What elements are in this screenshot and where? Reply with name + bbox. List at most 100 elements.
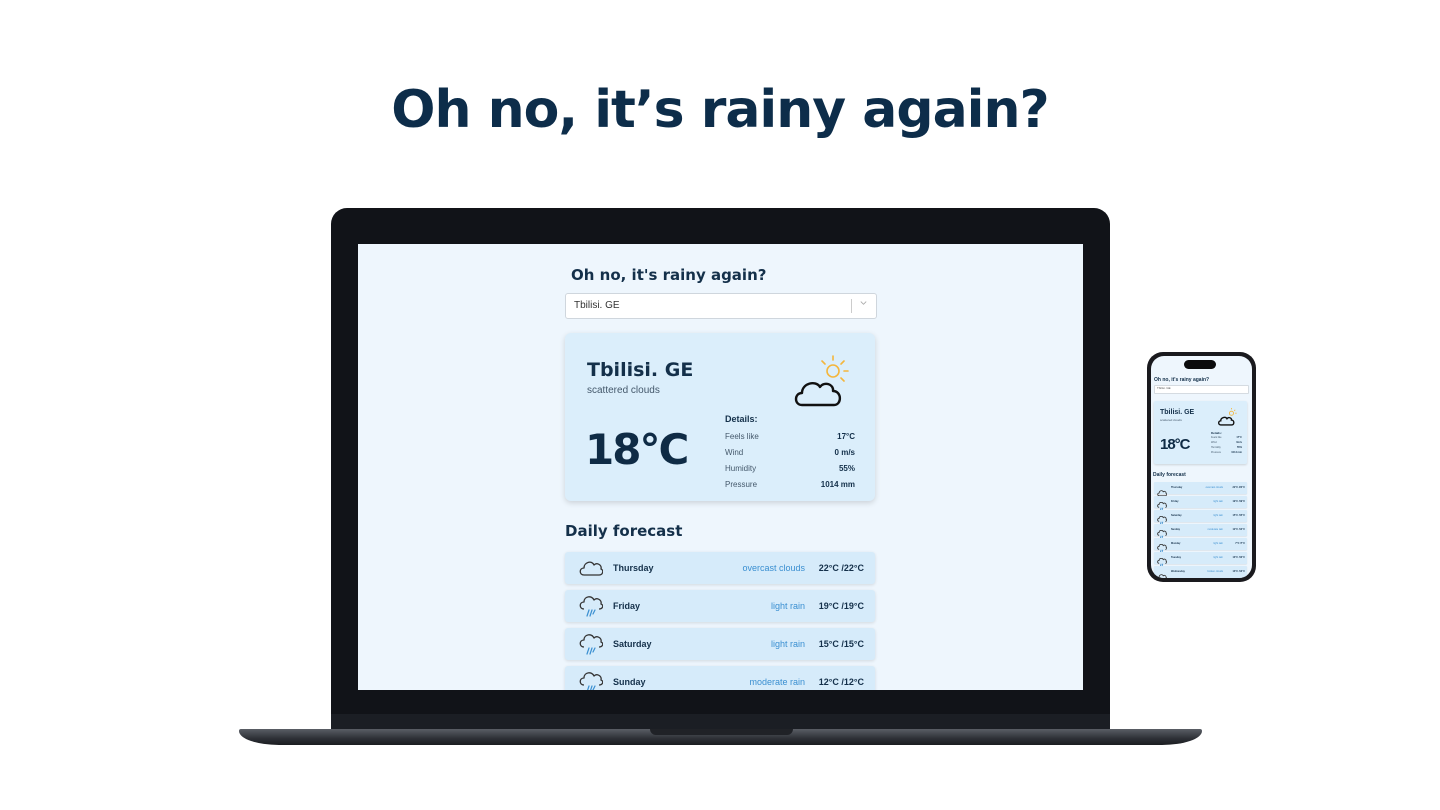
detail-value: 1014 mm xyxy=(820,480,855,489)
forecast-temps: 7°C /7°C xyxy=(1235,542,1245,545)
current-description: scattered clouds xyxy=(587,385,660,396)
phone-detail-pressure: Pressure 1014 mm xyxy=(1211,451,1242,454)
forecast-temps: 10°C /10°C xyxy=(1232,556,1245,559)
phone-forecast-row[interactable]: Sunday moderate rain 12°C /12°C xyxy=(1154,524,1247,539)
forecast-day: Friday xyxy=(613,601,641,611)
forecast-day: Tuesday xyxy=(1171,556,1181,559)
forecast-description: moderate rain xyxy=(749,677,805,687)
forecast-day: Sunday xyxy=(1171,528,1181,531)
detail-value: 0m/s xyxy=(1236,441,1242,444)
detail-value: 55% xyxy=(1236,446,1242,449)
cloud-icon xyxy=(579,558,604,583)
phone-screen: Oh no, it's rainy again? Tbilisi. GE Tbi… xyxy=(1151,356,1252,578)
phone-city-select[interactable]: Tbilisi. GE xyxy=(1154,385,1249,394)
forecast-temps: 15°C /15°C xyxy=(1232,514,1245,517)
forecast-row[interactable]: Friday light rain 19°C /19°C xyxy=(565,590,875,622)
chevron-down-icon[interactable] xyxy=(859,298,868,310)
phone-detail-wind: Wind 0m/s xyxy=(1211,441,1242,444)
phone-current-weather-card: Tbilisi. GE scattered clouds 18°C Detail… xyxy=(1154,401,1247,464)
detail-value: 17°C xyxy=(837,432,855,441)
detail-feels-like: Feels like 17°C xyxy=(725,432,855,441)
forecast-description: overcast clouds xyxy=(1205,486,1223,489)
phone-forecast-row[interactable]: Monday light rain 7°C /7°C xyxy=(1154,538,1247,553)
current-weather-card: Tbilisi. GE scattered clouds 18°C Detail… xyxy=(565,333,875,501)
details-title: Details: xyxy=(725,414,758,424)
forecast-temps: 19°C /19°C xyxy=(818,601,864,611)
forecast-day: Friday xyxy=(1171,500,1179,503)
detail-label: Wind xyxy=(725,448,744,457)
cloud-sun-icon xyxy=(1217,407,1239,432)
phone-frame: Oh no, it's rainy again? Tbilisi. GE Tbi… xyxy=(1147,352,1256,582)
dynamic-island xyxy=(1184,360,1216,369)
forecast-row[interactable]: Saturday light rain 15°C /15°C xyxy=(565,628,875,660)
current-city: Tbilisi. GE xyxy=(587,359,694,381)
forecast-row[interactable]: Sunday moderate rain 12°C /12°C xyxy=(565,666,875,690)
detail-value: 55% xyxy=(838,464,855,473)
hero-title: Oh no, it’s rainy again? xyxy=(391,80,1049,140)
city-select-value: Tbilisi. GE xyxy=(574,300,620,311)
laptop-notch xyxy=(650,729,793,735)
city-select[interactable]: Tbilisi. GE xyxy=(565,293,877,319)
detail-value: 1014 mm xyxy=(1231,451,1242,454)
detail-wind: Wind 0 m/s xyxy=(725,448,855,457)
detail-label: Feels like xyxy=(1211,436,1222,439)
phone-current-description: scattered clouds xyxy=(1160,418,1182,422)
detail-value: 0 m/s xyxy=(834,448,855,457)
forecast-day: Monday xyxy=(1171,542,1181,545)
forecast-temps: 15°C /15°C xyxy=(818,639,864,649)
cloud-icon xyxy=(1157,568,1168,578)
detail-label: Pressure xyxy=(725,480,758,489)
forecast-temps: 12°C /12°C xyxy=(818,677,864,687)
phone-app-title: Oh no, it's rainy again? xyxy=(1154,377,1210,383)
phone-city-select-value: Tbilisi. GE xyxy=(1157,386,1171,390)
forecast-description: overcast clouds xyxy=(742,563,805,573)
phone-detail-feels-like: Feels like 17°C xyxy=(1211,436,1242,439)
forecast-description: light rain xyxy=(770,601,805,611)
forecast-description: light rain xyxy=(770,639,805,649)
forecast-description: light rain xyxy=(1213,514,1223,517)
forecast-description: light rain xyxy=(1213,542,1223,545)
phone-forecast-row[interactable]: Tuesday light rain 10°C /10°C xyxy=(1154,552,1247,567)
phone-current-city: Tbilisi. GE xyxy=(1160,409,1195,416)
detail-label: Humidity xyxy=(1211,446,1221,449)
forecast-temps: 22°C /22°C xyxy=(818,563,864,573)
app-title: Oh no, it's rainy again? xyxy=(571,266,767,284)
detail-value: 17°C xyxy=(1236,436,1242,439)
laptop-screen: Oh no, it's rainy again? Tbilisi. GE Tbi… xyxy=(358,244,1083,690)
current-temperature: 18°C xyxy=(585,425,689,474)
forecast-day: Thursday xyxy=(1171,486,1183,489)
phone-forecast-row[interactable]: Wednesday broken clouds 13°C /13°C xyxy=(1154,566,1247,578)
forecast-description: light rain xyxy=(1213,556,1223,559)
laptop-chin xyxy=(331,714,1110,730)
forecast-day: Saturday xyxy=(613,639,652,649)
forecast-temps: 22°C /22°C xyxy=(1232,486,1245,489)
forecast-description: broken clouds xyxy=(1207,570,1223,573)
phone-forecast-row[interactable]: Saturday light rain 15°C /15°C xyxy=(1154,510,1247,525)
detail-pressure: Pressure 1014 mm xyxy=(725,480,855,489)
phone-daily-forecast-title: Daily forecast xyxy=(1153,472,1186,478)
rain-icon xyxy=(579,634,604,661)
forecast-day: Thursday xyxy=(613,563,654,573)
rain-icon xyxy=(579,672,604,690)
forecast-day: Saturday xyxy=(1171,514,1182,517)
rain-icon xyxy=(579,596,604,623)
forecast-description: light rain xyxy=(1213,500,1223,503)
phone-detail-humidity: Humidity 55% xyxy=(1211,446,1242,449)
detail-label: Feels like xyxy=(725,432,759,441)
forecast-temps: 12°C /12°C xyxy=(1232,528,1245,531)
cloud-sun-icon xyxy=(793,353,853,416)
detail-label: Wind xyxy=(1211,441,1217,444)
forecast-day: Wednesday xyxy=(1171,570,1185,573)
detail-label: Pressure xyxy=(1211,451,1222,454)
detail-label: Humidity xyxy=(725,464,757,473)
daily-forecast-title: Daily forecast xyxy=(565,522,683,540)
detail-humidity: Humidity 55% xyxy=(725,464,855,473)
select-separator xyxy=(851,299,852,313)
phone-current-temperature: 18°C xyxy=(1160,436,1190,453)
phone-forecast-row[interactable]: Thursday overcast clouds 22°C /22°C xyxy=(1154,482,1247,497)
forecast-description: moderate rain xyxy=(1207,528,1223,531)
forecast-row[interactable]: Thursday overcast clouds 22°C /22°C xyxy=(565,552,875,584)
forecast-temps: 19°C /19°C xyxy=(1232,500,1245,503)
phone-details-title: Details: xyxy=(1211,431,1222,435)
phone-forecast-row[interactable]: Friday light rain 19°C /19°C xyxy=(1154,496,1247,511)
